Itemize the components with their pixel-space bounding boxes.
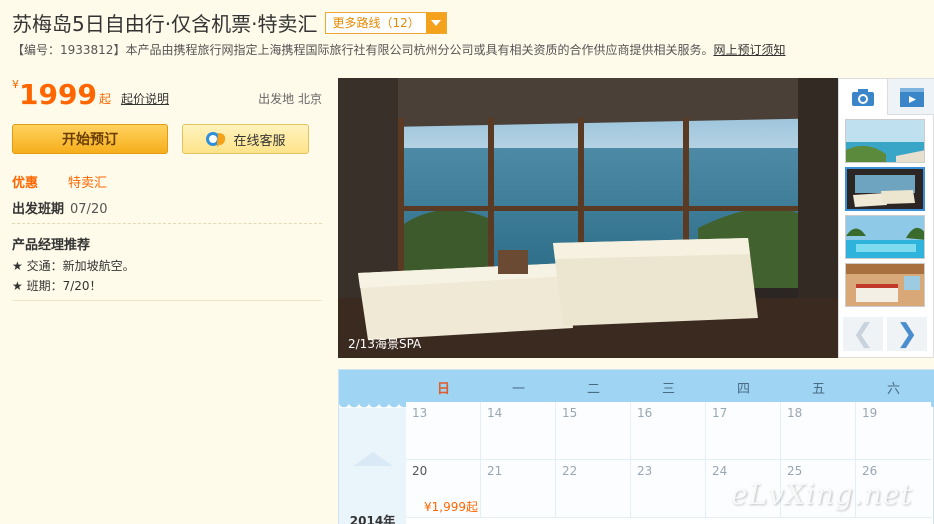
thumbnail-active[interactable] bbox=[845, 167, 925, 211]
weekday-label: 三 bbox=[661, 382, 675, 397]
calendar-day: 23 bbox=[631, 460, 706, 518]
product-info-text: 【编号：1933812】本产品由携程旅行网指定上海携程国际旅行社有限公司杭州分公… bbox=[12, 43, 714, 57]
promotion: 优惠 特卖汇 bbox=[12, 172, 107, 191]
manager-recommend-item: ★ 班期：7/20！ bbox=[12, 279, 102, 293]
video-icon bbox=[899, 87, 924, 107]
calendar-day: 19 bbox=[856, 402, 931, 460]
day-number: 15 bbox=[562, 406, 578, 420]
departure-city: 出发地 北京 bbox=[258, 90, 322, 107]
promotion-value: 特卖汇 bbox=[68, 176, 108, 191]
price-note-link[interactable]: 起价说明 bbox=[121, 90, 169, 107]
thumbnail[interactable] bbox=[845, 215, 925, 259]
calendar-year: 2014年 bbox=[349, 514, 396, 524]
calendar-day: 15 bbox=[556, 402, 631, 460]
weekday-label: 四 bbox=[736, 382, 750, 397]
calendar-day-available[interactable]: 20 ¥1,999起 bbox=[406, 460, 481, 518]
day-number: 24 bbox=[712, 464, 728, 478]
day-price: ¥1,999起 bbox=[424, 500, 478, 514]
day-number: 17 bbox=[712, 406, 728, 420]
divider bbox=[12, 300, 322, 301]
divider bbox=[12, 223, 322, 224]
online-service-label: 在线客服 bbox=[233, 133, 286, 149]
currency-symbol: ¥ bbox=[12, 78, 19, 91]
more-routes-dropdown[interactable]: 更多路线（12） bbox=[325, 11, 447, 34]
weekday-label: 日 bbox=[436, 382, 450, 397]
calendar-day: 18 bbox=[781, 402, 856, 460]
product-info: 【编号：1933812】本产品由携程旅行网指定上海携程国际旅行社有限公司杭州分公… bbox=[12, 41, 785, 58]
more-routes-label: 更多路线（12） bbox=[332, 16, 420, 30]
day-number: 21 bbox=[487, 464, 503, 478]
day-number: 16 bbox=[637, 406, 653, 420]
weekday-label: 二 bbox=[586, 382, 600, 397]
day-number: 14 bbox=[487, 406, 503, 420]
price-suffix: 起 bbox=[98, 92, 111, 106]
thumbnail-image bbox=[846, 120, 924, 162]
watermark: eLvXing.net bbox=[731, 478, 913, 511]
camera-icon bbox=[852, 89, 874, 106]
weekday-label: 五 bbox=[811, 382, 825, 397]
weekday-label: 六 bbox=[886, 382, 900, 397]
day-number: 19 bbox=[862, 406, 878, 420]
day-number: 25 bbox=[787, 464, 803, 478]
booking-notice-link[interactable]: 网上预订须知 bbox=[713, 43, 785, 57]
departure-schedule-label: 出发班期 bbox=[12, 202, 65, 217]
thumbnail-image bbox=[846, 264, 924, 306]
thumbnail-panel: ❮ ❯ bbox=[838, 78, 934, 358]
thumbnail[interactable] bbox=[845, 119, 925, 163]
calendar-day: 22 bbox=[556, 460, 631, 518]
main-photo[interactable]: 2/13海景SPA bbox=[338, 78, 838, 358]
calendar-header: 日 一 二 三 四 五 六 bbox=[339, 370, 934, 402]
weekday-label: 一 bbox=[511, 382, 525, 397]
day-number: 22 bbox=[562, 464, 578, 478]
thumbnail-next-button[interactable]: ❯ bbox=[887, 317, 927, 351]
chat-icon bbox=[206, 132, 226, 147]
title-row: 苏梅岛5日自由行·仅含机票·特卖汇 更多路线（12） bbox=[12, 8, 447, 37]
price-row: ¥ 1999 起 起价说明 出发地 北京 bbox=[12, 78, 322, 109]
calendar-day: 16 bbox=[631, 402, 706, 460]
calendar-day: 21 bbox=[481, 460, 556, 518]
thumbnail-image bbox=[847, 169, 923, 209]
departure-city-value: 北京 bbox=[297, 92, 322, 106]
day-number: 26 bbox=[862, 464, 878, 478]
book-now-button[interactable]: 开始预订 bbox=[12, 124, 168, 154]
day-number: 20 bbox=[412, 464, 428, 478]
page-title: 苏梅岛5日自由行·仅含机票·特卖汇 bbox=[12, 12, 318, 36]
spa-room-photo bbox=[338, 78, 838, 358]
manager-recommend-title: 产品经理推荐 bbox=[12, 238, 91, 253]
day-number: 23 bbox=[637, 464, 653, 478]
chevron-down-icon bbox=[425, 12, 446, 33]
day-number: 18 bbox=[787, 406, 803, 420]
tab-photos[interactable] bbox=[839, 79, 887, 115]
photo-caption: 2/13海景SPA bbox=[348, 337, 422, 351]
thumbnail-prev-button[interactable]: ❮ bbox=[843, 317, 883, 351]
calendar-day: 13 bbox=[406, 402, 481, 460]
calendar-day: 14 bbox=[481, 402, 556, 460]
calendar-month-label: 2014年 7月 bbox=[339, 512, 406, 524]
day-number: 13 bbox=[412, 406, 428, 420]
tab-videos[interactable] bbox=[887, 79, 934, 115]
prev-month-arrow-icon[interactable] bbox=[353, 452, 393, 466]
departure-city-label: 出发地 bbox=[258, 92, 295, 106]
departure-schedule: 出发班期 07/20 bbox=[12, 198, 107, 217]
thumbnail[interactable] bbox=[845, 263, 925, 307]
price-amount: 1999 bbox=[19, 78, 97, 111]
calendar-day: 17 bbox=[706, 402, 781, 460]
online-service-button[interactable]: 在线客服 bbox=[182, 124, 309, 154]
promotion-label: 优惠 bbox=[12, 176, 39, 191]
thumbnail-image bbox=[846, 216, 924, 258]
departure-schedule-value: 07/20 bbox=[70, 202, 108, 217]
manager-recommend-item: ★ 交通：新加坡航空。 bbox=[12, 259, 135, 273]
calendar-month-panel: 2014年 7月 bbox=[339, 408, 406, 524]
